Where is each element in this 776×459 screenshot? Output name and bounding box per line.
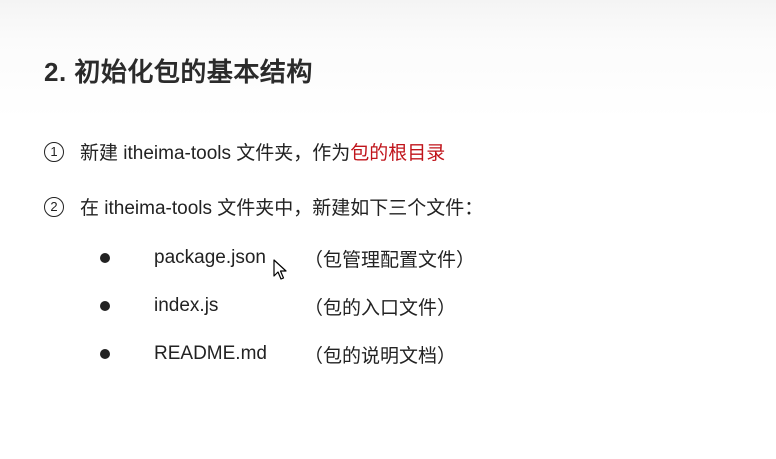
mouse-pointer-icon	[273, 259, 287, 280]
list-item: index.js （包的入口文件）	[100, 282, 475, 330]
slide-title: 2. 初始化包的基本结构	[44, 57, 313, 87]
step-2-text: 在 itheima-tools 文件夹中，新建如下三个文件：	[80, 198, 484, 219]
step-number-circle: 2	[44, 196, 64, 217]
slide: 2. 初始化包的基本结构 1 新建 itheima-tools 文件夹，作为 包…	[0, 0, 776, 459]
file-description: （包管理配置文件）	[304, 249, 476, 271]
step-1-text: 新建 itheima-tools 文件夹，作为	[80, 143, 351, 164]
bullet-icon	[100, 253, 110, 263]
step-1: 1 新建 itheima-tools 文件夹，作为 包的根目录	[44, 138, 445, 165]
list-item: package.json （包管理配置文件）	[100, 234, 475, 282]
step-2: 2 在 itheima-tools 文件夹中，新建如下三个文件：	[44, 193, 483, 220]
file-description: （包的说明文档）	[304, 345, 457, 367]
step-number-circle: 1	[44, 141, 64, 162]
bullet-icon	[100, 349, 110, 359]
file-name: index.js	[154, 295, 219, 316]
list-item: README.md （包的说明文档）	[100, 330, 475, 378]
file-list: package.json （包管理配置文件） index.js （包的入口文件）…	[100, 234, 475, 378]
file-name: README.md	[154, 343, 267, 364]
step-1-highlight: 包的根目录	[350, 143, 446, 164]
bullet-icon	[100, 301, 110, 311]
file-description: （包的入口文件）	[304, 297, 457, 319]
